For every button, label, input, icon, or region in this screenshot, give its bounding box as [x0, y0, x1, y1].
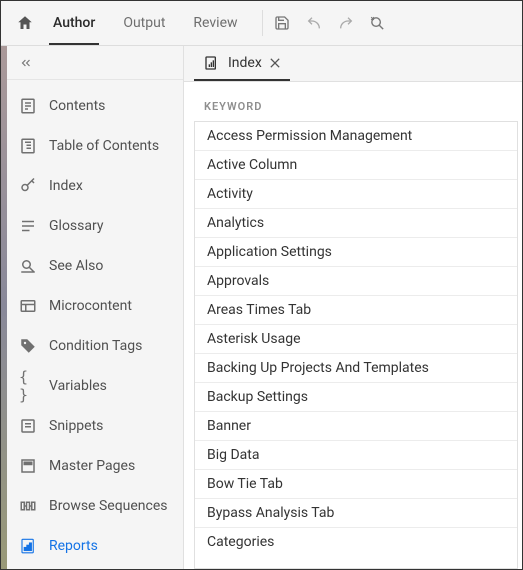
toolbar-icons	[273, 14, 387, 32]
sidebar-item-label: Browse Sequences	[49, 498, 168, 514]
sidebar-item-contents[interactable]: Contents	[7, 86, 183, 126]
save-icon	[274, 15, 290, 31]
sidebar-item-label: Glossary	[49, 218, 103, 234]
primary-tab-review[interactable]: Review	[179, 1, 251, 45]
sidebar-item-label: Index	[49, 178, 83, 194]
glossary-icon	[19, 217, 37, 235]
keyword-row[interactable]: Approvals	[195, 267, 517, 296]
sidebar-item-index[interactable]: Index	[7, 166, 183, 206]
undo-button[interactable]	[305, 14, 323, 32]
sidebar-item-variables[interactable]: { } Variables	[7, 366, 183, 406]
masterpages-icon	[19, 457, 37, 475]
sidebar-item-label: Contents	[49, 98, 105, 114]
sidebar-item-label: Microcontent	[49, 298, 132, 314]
topbar: Author Output Review	[1, 1, 522, 46]
primary-tab-author[interactable]: Author	[39, 1, 109, 45]
keyword-row[interactable]: Big Data	[195, 441, 517, 470]
toolbar-divider	[262, 10, 263, 36]
primary-tab-output[interactable]: Output	[109, 1, 179, 45]
search-replace-button[interactable]	[369, 14, 387, 32]
primary-tab-label: Output	[123, 15, 165, 31]
keyword-row[interactable]: Bow Tie Tab	[195, 470, 517, 499]
keyword-row[interactable]: Banner	[195, 412, 517, 441]
close-icon	[270, 58, 280, 68]
sidebar-item-condition-tags[interactable]: Condition Tags	[7, 326, 183, 366]
microcontent-icon	[19, 297, 37, 315]
keyword-column-header: KEYWORD	[184, 82, 522, 121]
sidebar-item-see-also[interactable]: See Also	[7, 246, 183, 286]
tab-index-label: Index	[228, 55, 262, 71]
primary-tab-label: Review	[193, 15, 237, 31]
seealso-icon	[19, 257, 37, 275]
sidebar-item-label: Master Pages	[49, 458, 135, 474]
braces-icon: { }	[19, 377, 37, 395]
keyword-row[interactable]: Backup Settings	[195, 383, 517, 412]
undo-icon	[306, 15, 322, 31]
keyword-row[interactable]: Application Settings	[195, 238, 517, 267]
keyword-row[interactable]: Access Permission Management	[195, 122, 517, 151]
sidebar-item-reports[interactable]: Reports	[7, 526, 183, 566]
body: Contents Table of Contents Index Glossary Se…	[1, 46, 522, 569]
main-panel: Index KEYWORD Access Permission Manageme…	[184, 46, 522, 569]
document-tabs: Index	[184, 46, 522, 82]
sidebar-list: Contents Table of Contents Index Glossary Se…	[7, 80, 183, 569]
sidebar: Contents Table of Contents Index Glossary Se…	[7, 46, 184, 569]
keyword-list[interactable]: Access Permission ManagementActive Colum…	[194, 121, 518, 569]
app-root: Author Output Review Contents Table of Cont…	[0, 0, 523, 570]
sidebar-item-table-of-contents[interactable]: Table of Contents	[7, 126, 183, 166]
reports-icon	[19, 537, 37, 555]
keyword-row[interactable]: Categories	[195, 528, 517, 556]
collapse-sidebar-button[interactable]	[7, 46, 183, 80]
sidebar-item-label: See Also	[49, 258, 103, 274]
contents-icon	[19, 97, 37, 115]
tag-icon	[19, 337, 37, 355]
keyword-row[interactable]: Activity	[195, 180, 517, 209]
redo-icon	[338, 15, 354, 31]
sidebar-item-label: Snippets	[49, 418, 103, 434]
sidebar-item-browse-sequences[interactable]: Browse Sequences	[7, 486, 183, 526]
close-tab-button[interactable]	[270, 58, 280, 68]
chevron-double-left-icon	[17, 56, 35, 70]
keyword-row[interactable]: Bypass Analysis Tab	[195, 499, 517, 528]
keyword-row[interactable]: Analytics	[195, 209, 517, 238]
snippets-icon	[19, 417, 37, 435]
primary-tabs: Author Output Review	[39, 1, 252, 45]
browse-icon	[19, 497, 37, 515]
sidebar-item-master-pages[interactable]: Master Pages	[7, 446, 183, 486]
magnifier-icon	[369, 15, 386, 32]
sidebar-item-snippets[interactable]: Snippets	[7, 406, 183, 446]
index-report-icon	[204, 55, 220, 71]
sidebar-item-label: Table of Contents	[49, 138, 159, 154]
keyword-row[interactable]: Backing Up Projects And Templates	[195, 354, 517, 383]
home-icon	[16, 14, 34, 32]
redo-button[interactable]	[337, 14, 355, 32]
toc-icon	[19, 137, 37, 155]
key-icon	[19, 177, 37, 195]
primary-tab-label: Author	[53, 15, 95, 31]
keyword-row[interactable]: Asterisk Usage	[195, 325, 517, 354]
home-button[interactable]	[11, 14, 39, 32]
sidebar-item-label: Variables	[49, 378, 107, 394]
tab-index[interactable]: Index	[194, 47, 290, 81]
keyword-row[interactable]: Areas Times Tab	[195, 296, 517, 325]
sidebar-item-glossary[interactable]: Glossary	[7, 206, 183, 246]
keyword-row[interactable]: Active Column	[195, 151, 517, 180]
sidebar-item-microcontent[interactable]: Microcontent	[7, 286, 183, 326]
sidebar-item-label: Reports	[49, 538, 98, 554]
sidebar-item-label: Condition Tags	[49, 338, 142, 354]
save-button[interactable]	[273, 14, 291, 32]
